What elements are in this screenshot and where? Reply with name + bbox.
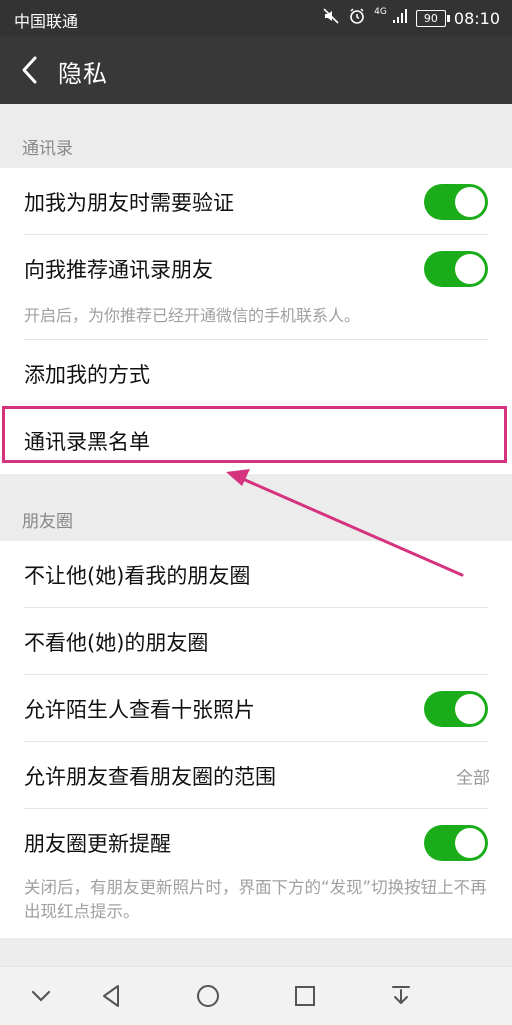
row-require-verification[interactable]: 加我为朋友时需要验证 — [0, 168, 512, 235]
section-label-moments: 朋友圈 — [22, 512, 73, 532]
row-stranger-ten-photos[interactable]: 允许陌生人查看十张照片 — [0, 675, 512, 742]
mute-icon — [322, 7, 340, 29]
toggle-knob — [455, 253, 485, 284]
range-value: 全部 — [456, 768, 490, 788]
section-label-contacts: 通讯录 — [22, 139, 73, 159]
status-bar: 中国联通 4G 90 08:10 — [0, 0, 512, 36]
toggle-knob — [455, 186, 485, 217]
update-description: 关闭后，有朋友更新照片时，界面下方的“发现”切换按钮上不再出现红点提示。 — [24, 878, 487, 921]
title-bar: 隐私 — [0, 36, 512, 104]
moments-group: 不让他(她)看我的朋友圈 不看他(她)的朋友圈 允许陌生人查看十张照片 允许朋友… — [0, 541, 512, 938]
page-title: 隐私 — [58, 60, 108, 88]
row-label: 允许陌生人查看十张照片 — [24, 697, 255, 722]
recommend-desc-block: 开启后，为你推荐已经开通微信的手机联系人。 — [0, 302, 512, 340]
square-recents-icon — [295, 986, 315, 1006]
battery-icon: 90 — [415, 9, 450, 27]
hide-nav-button[interactable] — [26, 981, 56, 1011]
toggle-knob — [455, 827, 485, 858]
back-nav-button[interactable] — [97, 981, 127, 1011]
recents-nav-button[interactable] — [290, 981, 320, 1011]
carrier-name: 中国联通 — [14, 12, 79, 31]
recommend-description: 开启后，为你推荐已经开通微信的手机联系人。 — [24, 306, 361, 325]
clock: 08:10 — [453, 8, 500, 28]
recommend-contacts-toggle[interactable] — [424, 250, 488, 287]
alarm-icon — [348, 7, 366, 29]
row-hide-theirs[interactable]: 不看他(她)的朋友圈 — [0, 608, 512, 675]
home-nav-button[interactable] — [193, 981, 223, 1011]
chevron-left-icon — [22, 56, 37, 84]
notification-pull-button[interactable] — [386, 981, 416, 1011]
row-label: 通讯录黑名单 — [24, 429, 150, 454]
row-friends-view-range[interactable]: 允许朋友查看朋友圈的范围 全部 — [0, 742, 512, 809]
update-reminder-toggle[interactable] — [424, 824, 488, 861]
network-type: 4G — [374, 7, 387, 17]
circle-home-icon — [197, 985, 219, 1007]
row-recommend-contacts[interactable]: 向我推荐通讯录朋友 — [0, 235, 512, 302]
row-block-see-mine[interactable]: 不让他(她)看我的朋友圈 — [0, 541, 512, 608]
system-nav-bar — [0, 966, 512, 1025]
contacts-group: 加我为朋友时需要验证 向我推荐通讯录朋友 开启后，为你推荐已经开通微信的手机联系… — [0, 168, 512, 474]
row-add-me-ways[interactable]: 添加我的方式 — [0, 340, 512, 407]
back-button[interactable] — [12, 50, 52, 90]
chevron-down-icon — [31, 990, 51, 1002]
row-label: 不看他(她)的朋友圈 — [24, 630, 209, 655]
row-label: 允许朋友查看朋友圈的范围 — [24, 764, 276, 789]
row-label: 不让他(她)看我的朋友圈 — [24, 563, 251, 588]
row-label: 加我为朋友时需要验证 — [24, 190, 234, 215]
row-label: 朋友圈更新提醒 — [24, 831, 171, 856]
row-label: 添加我的方式 — [24, 362, 150, 387]
signal-icon: 4G — [374, 8, 408, 28]
row-label: 向我推荐通讯录朋友 — [24, 257, 213, 282]
row-update-reminder[interactable]: 朋友圈更新提醒 — [0, 809, 512, 876]
row-contacts-blacklist[interactable]: 通讯录黑名单 — [0, 407, 512, 474]
status-icons: 4G 90 08:10 — [322, 7, 500, 29]
stranger-photos-toggle[interactable] — [424, 690, 488, 727]
toggle-knob — [455, 693, 485, 724]
triangle-back-icon — [103, 985, 119, 1007]
require-verification-toggle[interactable] — [424, 183, 488, 220]
pull-down-icon — [392, 986, 410, 1004]
update-desc-block: 关闭后，有朋友更新照片时，界面下方的“发现”切换按钮上不再出现红点提示。 — [0, 876, 512, 938]
